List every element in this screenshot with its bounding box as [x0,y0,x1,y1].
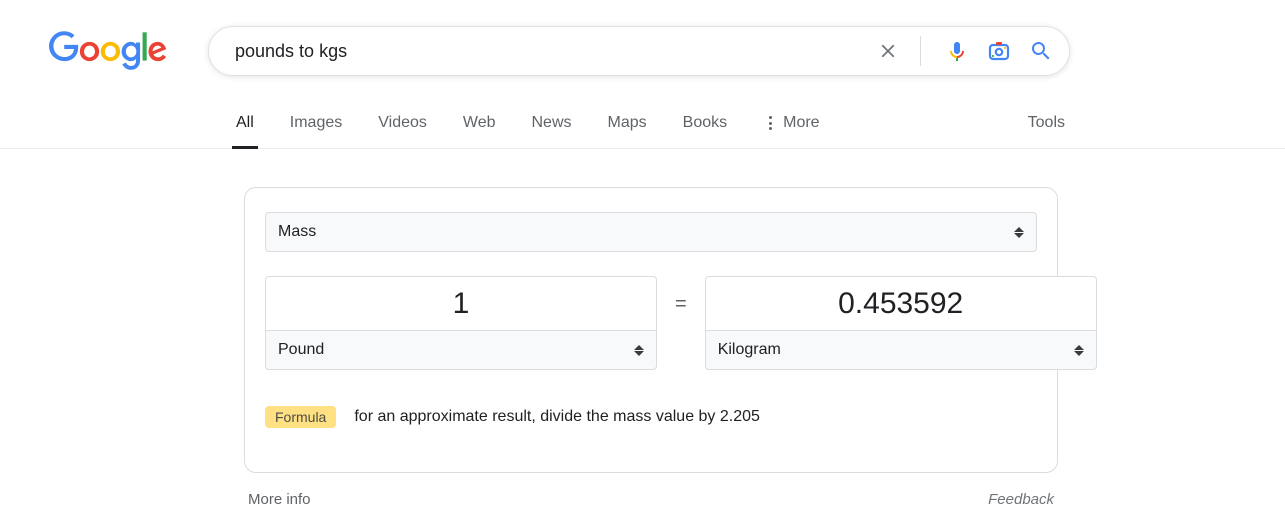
to-value-input[interactable] [705,276,1097,330]
google-logo[interactable] [48,31,168,71]
tab-news[interactable]: News [528,104,576,148]
more-dots-icon [763,116,777,130]
search-bar [208,26,1070,76]
category-select[interactable]: Mass [265,212,1037,252]
tab-videos[interactable]: Videos [374,104,431,148]
formula-text: for an approximate result, divide the ma… [354,408,760,426]
chevron-updown-icon [634,345,644,356]
tab-all[interactable]: All [232,104,258,148]
tab-more[interactable]: More [759,104,823,148]
more-info-link[interactable]: More info [248,491,311,508]
search-input[interactable] [233,40,876,63]
from-value-input[interactable] [265,276,657,330]
image-search-icon[interactable] [987,39,1011,63]
tab-web[interactable]: Web [459,104,500,148]
divider [920,36,921,66]
chevron-updown-icon [1074,345,1084,356]
tab-books[interactable]: Books [679,104,731,148]
formula-badge: Formula [265,406,336,428]
from-unit-label: Pound [278,341,324,359]
clear-icon[interactable] [876,39,900,63]
tab-maps[interactable]: Maps [604,104,651,148]
voice-search-icon[interactable] [945,39,969,63]
tab-more-label: More [783,114,819,132]
feedback-link[interactable]: Feedback [988,491,1054,508]
to-unit-select[interactable]: Kilogram [705,330,1097,370]
search-icon[interactable] [1029,39,1053,63]
tools-button[interactable]: Tools [1024,104,1069,148]
to-unit-label: Kilogram [718,341,781,359]
category-label: Mass [278,223,316,241]
unit-converter-card: Mass Pound = Kilogram Formula [244,187,1058,473]
tab-images[interactable]: Images [286,104,346,148]
equals-sign: = [675,293,687,316]
chevron-updown-icon [1014,227,1024,238]
from-unit-select[interactable]: Pound [265,330,657,370]
